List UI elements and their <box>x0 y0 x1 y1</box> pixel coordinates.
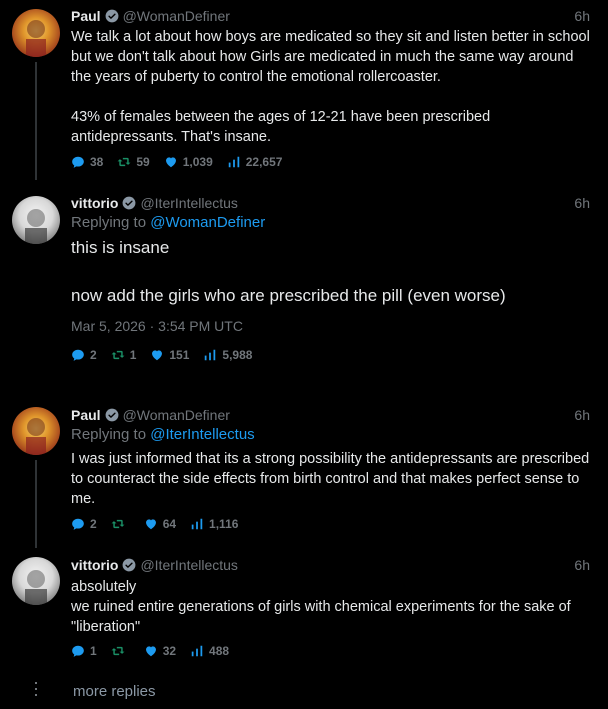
tweet-text: We talk a lot about how boys are medicat… <box>71 29 590 145</box>
retweet-icon <box>111 517 125 531</box>
reply-button[interactable]: 2 <box>71 348 97 362</box>
tweet-1[interactable]: Paul @WomanDefiner 6h We talk a lot about… <box>0 0 608 180</box>
tweet-4[interactable]: vittorio @IterIntellectus 6h absolutely w… <box>0 548 608 668</box>
timestamp[interactable]: 6h <box>574 555 590 575</box>
reply-icon <box>71 348 85 362</box>
replying-to-label: Replying to <box>71 214 147 231</box>
replying-to: Replying to @WomanDefiner <box>71 214 265 231</box>
timestamp[interactable]: 6h <box>574 405 590 425</box>
heart-icon <box>164 155 178 169</box>
verified-badge-icon <box>122 558 136 572</box>
retweet-button[interactable] <box>111 517 130 531</box>
display-name[interactable]: Paul <box>71 8 101 24</box>
tweet-3[interactable]: Paul @WomanDefiner 6h Replying to @IterIn… <box>0 398 608 548</box>
like-count: 1,039 <box>182 155 213 169</box>
tweet-text: I was just informed that its a strong po… <box>71 451 594 507</box>
verified-badge-icon <box>105 9 119 23</box>
reply-count: 2 <box>90 348 97 362</box>
views-icon <box>190 517 204 531</box>
tweet-header: Paul @WomanDefiner 6h <box>71 6 590 26</box>
avatar[interactable] <box>12 9 60 57</box>
like-button[interactable]: 64 <box>144 517 176 531</box>
handle[interactable]: @WomanDefiner <box>123 8 230 24</box>
tweet-header: vittorio @IterIntellectus 6h <box>71 193 590 213</box>
heart-icon <box>150 348 164 362</box>
retweet-icon <box>117 155 131 169</box>
tweet-date[interactable]: Mar 5, 2026 · 3:54 PM UTC <box>71 318 243 334</box>
like-button[interactable]: 1,039 <box>164 155 213 169</box>
like-count: 64 <box>162 517 177 531</box>
retweet-icon <box>111 644 125 658</box>
more-replies-dots-icon <box>35 682 37 702</box>
tweet-2[interactable]: vittorio @IterIntellectus 6h Replying to … <box>0 180 608 380</box>
like-button[interactable]: 32 <box>144 644 176 658</box>
like-button[interactable]: 151 <box>150 348 189 362</box>
heart-icon <box>144 517 158 531</box>
thread-line <box>35 460 37 548</box>
views-button[interactable]: 488 <box>190 644 229 658</box>
tweet-actions: 2 1 151 5,988 <box>71 347 266 363</box>
tweet-header: vittorio @IterIntellectus 6h <box>71 555 590 575</box>
handle[interactable]: @IterIntellectus <box>140 195 237 211</box>
timestamp[interactable]: 6h <box>574 193 590 213</box>
display-name[interactable]: vittorio <box>71 195 118 211</box>
reply-count: 38 <box>90 155 104 169</box>
views-count: 5,988 <box>222 348 253 362</box>
tweet-actions: 1 32 488 <box>71 643 243 659</box>
timestamp[interactable]: 6h <box>574 6 590 26</box>
handle[interactable]: @IterIntellectus <box>140 557 237 573</box>
retweet-count: 1 <box>129 348 137 362</box>
tweet-header: Paul @WomanDefiner 6h <box>71 405 590 425</box>
like-count: 151 <box>169 348 190 362</box>
reply-count: 1 <box>90 644 97 658</box>
verified-badge-icon <box>105 408 119 422</box>
reply-button[interactable]: 2 <box>71 517 97 531</box>
views-button[interactable]: 1,116 <box>190 517 238 531</box>
retweet-button[interactable]: 59 <box>117 155 150 169</box>
reply-button[interactable]: 38 <box>71 155 103 169</box>
retweet-count: 59 <box>136 155 150 169</box>
views-button[interactable]: 5,988 <box>203 348 252 362</box>
views-icon <box>190 644 204 658</box>
reply-icon <box>71 155 85 169</box>
replying-to-link[interactable]: @IterIntellectus <box>150 426 254 443</box>
tweet-text: absolutely we ruined entire generations … <box>71 579 571 635</box>
views-count: 22,657 <box>245 155 283 169</box>
reply-count: 2 <box>90 517 97 531</box>
replying-to-label: Replying to <box>71 426 147 443</box>
avatar[interactable] <box>12 407 60 455</box>
retweet-icon <box>111 348 125 362</box>
display-name[interactable]: vittorio <box>71 557 118 573</box>
views-icon <box>227 155 241 169</box>
reply-icon <box>71 517 85 531</box>
views-icon <box>203 348 217 362</box>
views-button[interactable]: 22,657 <box>227 155 283 169</box>
tweet-actions: 2 64 1,116 <box>71 516 252 532</box>
views-count: 1,116 <box>209 517 239 531</box>
thread-line <box>35 62 37 180</box>
replying-to-link[interactable]: @WomanDefiner <box>150 214 265 231</box>
tweet-actions: 38 59 1,039 22,657 <box>71 154 296 170</box>
avatar[interactable] <box>12 196 60 244</box>
reply-icon <box>71 644 85 658</box>
like-count: 32 <box>162 644 177 658</box>
views-count: 488 <box>209 644 230 658</box>
display-name[interactable]: Paul <box>71 407 101 423</box>
avatar[interactable] <box>12 557 60 605</box>
replying-to: Replying to @IterIntellectus <box>71 426 255 443</box>
retweet-button[interactable] <box>111 644 130 658</box>
reply-button[interactable]: 1 <box>71 644 97 658</box>
verified-badge-icon <box>122 196 136 210</box>
tweet-text: this is insane now add the girls who are… <box>71 238 506 305</box>
retweet-button[interactable]: 1 <box>111 348 137 362</box>
more-replies-link[interactable]: more replies <box>73 683 156 700</box>
handle[interactable]: @WomanDefiner <box>123 407 230 423</box>
heart-icon <box>144 644 158 658</box>
